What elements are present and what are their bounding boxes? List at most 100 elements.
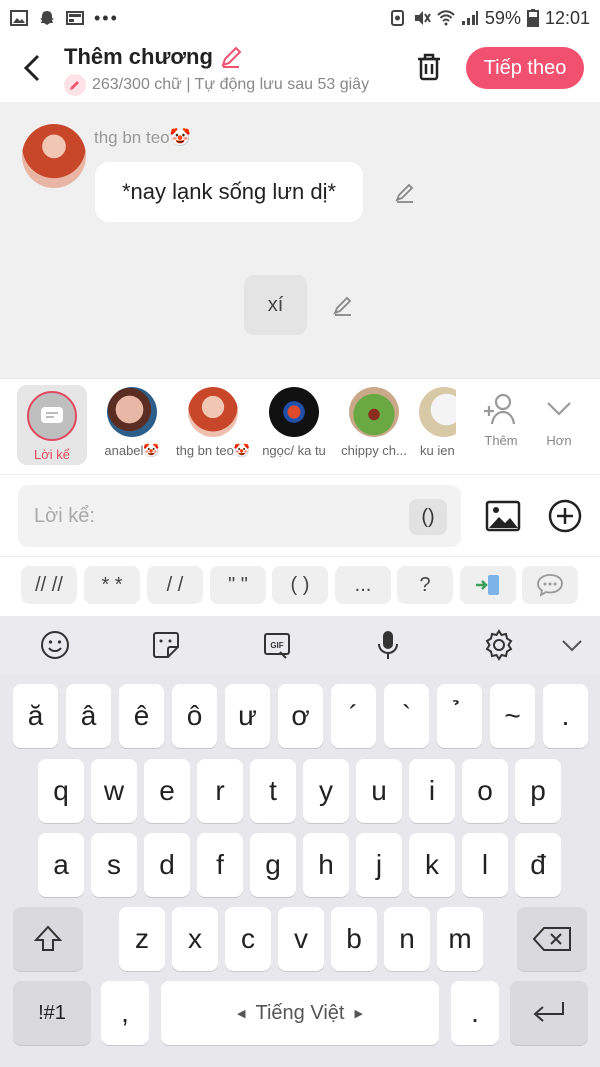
space-label: Tiếng Việt <box>255 1001 345 1024</box>
key[interactable]: ă <box>13 684 58 748</box>
key[interactable]: u <box>356 759 402 823</box>
key[interactable]: ` <box>384 684 429 748</box>
format-button[interactable]: ... <box>335 566 391 604</box>
chat-format-button[interactable] <box>522 566 578 604</box>
key[interactable]: w <box>91 759 137 823</box>
parenthesis-button[interactable]: () <box>409 499 447 535</box>
phone-format-button[interactable] <box>460 566 516 604</box>
key[interactable]: x <box>172 907 218 971</box>
key[interactable]: v <box>278 907 324 971</box>
character-item[interactable]: ngọc/ ka tu <box>254 387 334 458</box>
key[interactable]: h <box>303 833 349 897</box>
keyboard: GIF ă â ê ô ư ơ ´ ` ̉ ~ . q w e r t y u … <box>0 616 600 1067</box>
smiley-icon <box>41 631 69 659</box>
pencil-icon <box>395 183 414 203</box>
clock: 12:01 <box>544 7 590 28</box>
more-button[interactable]: Hơn <box>529 391 589 448</box>
key[interactable]: m <box>437 907 483 971</box>
key[interactable]: k <box>409 833 455 897</box>
message-bubble[interactable]: *nay lạnk sống lưn dị* <box>95 162 363 222</box>
key[interactable]: a <box>38 833 84 897</box>
key[interactable]: ô <box>172 684 217 748</box>
signal-icon <box>461 11 478 25</box>
key[interactable]: e <box>144 759 190 823</box>
format-button[interactable]: " " <box>210 566 266 604</box>
mute-icon <box>414 11 431 25</box>
comma-key[interactable]: , <box>101 981 149 1045</box>
battery-percent: 59% <box>484 7 521 28</box>
voice-input-button[interactable] <box>372 629 404 661</box>
add-character-button[interactable]: Thêm <box>471 391 531 448</box>
gear-icon <box>485 629 513 661</box>
format-button[interactable]: // // <box>21 566 77 604</box>
key[interactable]: đ <box>515 833 561 897</box>
key[interactable]: ´ <box>331 684 376 748</box>
key[interactable]: s <box>91 833 137 897</box>
key[interactable]: g <box>250 833 296 897</box>
image-icon <box>485 500 521 532</box>
format-button[interactable]: * * <box>84 566 140 604</box>
character-item[interactable]: ku ien <box>410 387 456 458</box>
emoji-button[interactable] <box>39 629 71 661</box>
key[interactable]: ư <box>225 684 270 748</box>
character-narrator[interactable]: Lời kể <box>17 385 87 465</box>
key[interactable]: . <box>543 684 588 748</box>
message-input[interactable]: Lời kể: () <box>18 485 461 547</box>
key[interactable]: r <box>197 759 243 823</box>
format-button[interactable]: / / <box>147 566 203 604</box>
format-button[interactable]: ( ) <box>272 566 328 604</box>
page-title[interactable]: Thêm chương <box>64 44 243 70</box>
space-key[interactable]: ◀ Tiếng Việt ▶ <box>161 981 439 1045</box>
backspace-key[interactable] <box>517 907 587 971</box>
key[interactable]: ~ <box>490 684 535 748</box>
key[interactable]: t <box>250 759 296 823</box>
character-item[interactable]: anabel🤡 <box>92 387 172 459</box>
key[interactable]: c <box>225 907 271 971</box>
key[interactable]: â <box>66 684 111 748</box>
key[interactable]: b <box>331 907 377 971</box>
character-item[interactable]: chippy ch... <box>334 387 414 458</box>
narration-bubble[interactable]: xí <box>244 275 307 335</box>
subtitle-text: 263/300 chữ | Tự động lưu sau 53 giây <box>92 76 370 93</box>
key[interactable]: l <box>462 833 508 897</box>
sticker-icon <box>153 632 179 658</box>
gif-button[interactable]: GIF <box>261 629 293 661</box>
keyboard-settings-button[interactable] <box>483 629 515 661</box>
key[interactable]: q <box>38 759 84 823</box>
insert-image-button[interactable] <box>484 497 522 535</box>
key[interactable]: j <box>356 833 402 897</box>
character-label: thg bn teo🤡 <box>175 443 250 458</box>
chat-bubble-icon <box>537 574 563 597</box>
key[interactable]: p <box>515 759 561 823</box>
battery-icon <box>526 9 539 27</box>
key[interactable]: d <box>144 833 190 897</box>
chat-area: thg bn teo🤡 *nay lạnk sống lưn dị* xí <box>0 102 600 378</box>
add-button[interactable] <box>546 497 584 535</box>
key[interactable]: n <box>384 907 430 971</box>
keyboard-toolbar: GIF <box>0 616 600 674</box>
key[interactable]: ê <box>119 684 164 748</box>
edit-message-button[interactable] <box>393 180 417 204</box>
collapse-keyboard-button[interactable] <box>556 629 588 661</box>
edit-narration-button[interactable] <box>331 293 355 317</box>
input-placeholder: Lời kể: <box>34 505 95 527</box>
key[interactable]: ̉ <box>437 684 482 748</box>
period-key[interactable]: . <box>451 981 499 1045</box>
next-button[interactable]: Tiếp theo <box>466 47 584 89</box>
character-label: chippy ch... <box>341 443 407 458</box>
sender-avatar[interactable] <box>22 124 86 188</box>
back-button[interactable] <box>16 52 48 84</box>
enter-key[interactable] <box>510 981 588 1045</box>
symbols-key[interactable]: !#1 <box>13 981 91 1045</box>
format-button[interactable]: ? <box>397 566 453 604</box>
key[interactable]: ơ <box>278 684 323 748</box>
sticker-button[interactable] <box>150 629 182 661</box>
delete-button[interactable] <box>412 50 446 84</box>
character-item[interactable]: thg bn teo🤡 <box>173 387 253 459</box>
key[interactable]: z <box>119 907 165 971</box>
key[interactable]: o <box>462 759 508 823</box>
key[interactable]: f <box>197 833 243 897</box>
key[interactable]: y <box>303 759 349 823</box>
key[interactable]: i <box>409 759 455 823</box>
shift-key[interactable] <box>13 907 83 971</box>
